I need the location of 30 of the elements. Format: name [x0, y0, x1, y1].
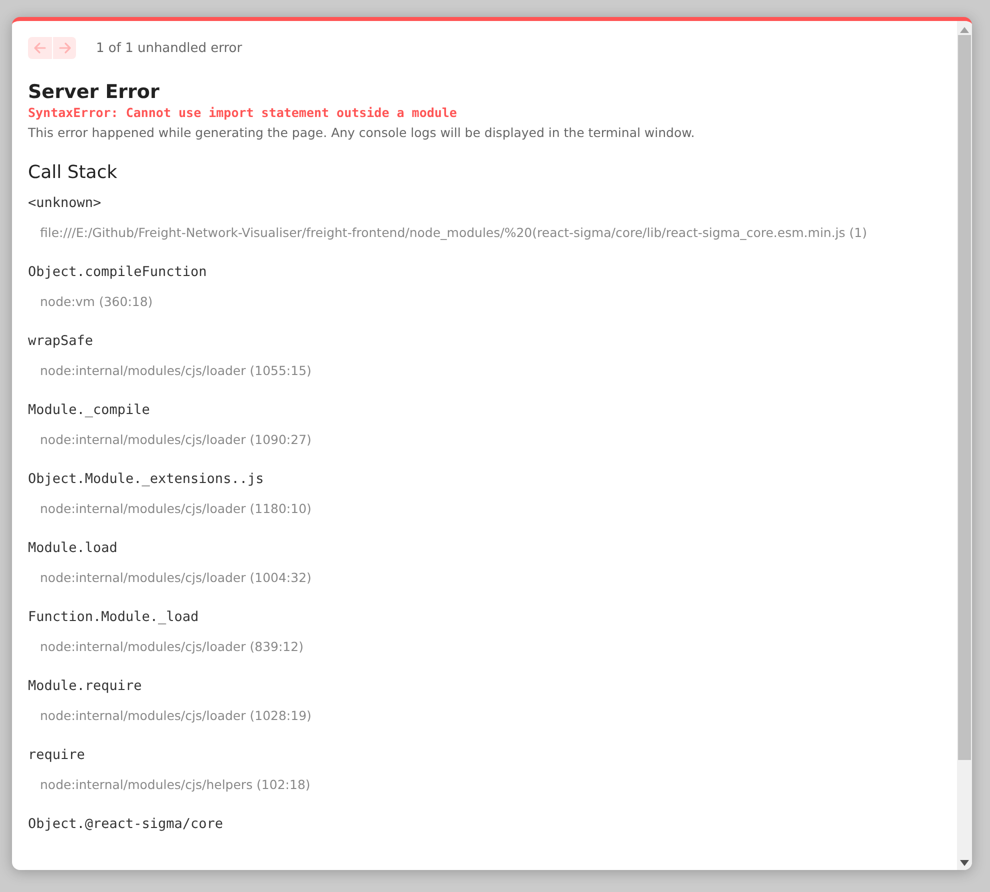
stack-frame-location: node:vm (360:18) [40, 294, 154, 309]
stack-frame-function: Module.load [28, 539, 118, 558]
stack-frame-function: Object.compileFunction [28, 263, 208, 282]
stack-frame-function: Module.require [28, 677, 143, 696]
stack-frame-location: node:internal/modules/cjs/loader (1004:32) [40, 570, 312, 585]
stack-frame-location: node:internal/modules/cjs/loader (1028:19) [40, 708, 312, 723]
scroll-up-icon[interactable] [960, 27, 969, 33]
stack-frame-location: node:internal/modules/cjs/loader (839:12) [40, 639, 304, 654]
arrow-right-icon [58, 41, 72, 55]
stack-frame-location: file:///E:/Github/Freight-Network-Visualiser/freight-frontend/node_modules/%20(react-sigma/core/lib/react-sigma_core.esm.min.js (1) [40, 225, 868, 240]
stack-frame-location: node:internal/modules/cjs/loader (1055:15) [40, 363, 312, 378]
stack-frame-function: wrapSafe [28, 332, 94, 351]
stack-frame-function: require [28, 746, 86, 765]
scroll-thumb[interactable] [958, 35, 971, 760]
call-stack-heading: Call Stack [28, 162, 118, 183]
arrow-left-icon [33, 41, 47, 55]
stack-frame-function: <unknown> [28, 194, 102, 213]
error-counter: 1 of 1 unhandled error [96, 40, 242, 56]
stack-frame-function: Object.Module._extensions..js [28, 470, 265, 489]
stack-frame-location: node:internal/modules/cjs/loader (1090:27) [40, 432, 312, 447]
scroll-down-icon[interactable] [960, 860, 969, 866]
stack-frame-function: Object.@react-sigma/core [28, 815, 224, 834]
stack-frame-location: node:internal/modules/cjs/helpers (102:18) [40, 777, 312, 792]
scrollbar[interactable] [957, 21, 972, 870]
stack-frame-function: Function.Module._load [28, 608, 200, 627]
error-message: SyntaxError: Cannot use import statement outside a module [28, 105, 458, 120]
stack-frame-function: Module._compile [28, 401, 151, 420]
stack-frame-location: node:internal/modules/cjs/loader (1180:10) [40, 501, 312, 516]
error-description: This error happened while generating the page. Any console logs will be displayed in the terminal window. [28, 125, 696, 140]
error-title: Server Error [28, 81, 160, 103]
